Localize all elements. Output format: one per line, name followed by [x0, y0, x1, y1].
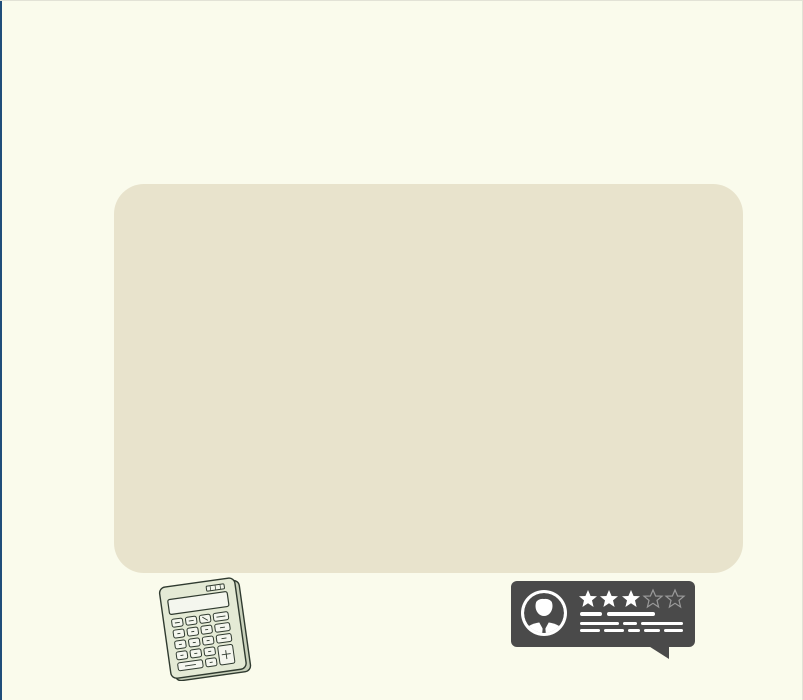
content-panel: [114, 184, 743, 573]
page-canvas: [0, 0, 803, 699]
left-edge-accent: [0, 1, 2, 700]
customer-review-icon: [509, 579, 697, 661]
calculator-icon: [152, 577, 256, 681]
